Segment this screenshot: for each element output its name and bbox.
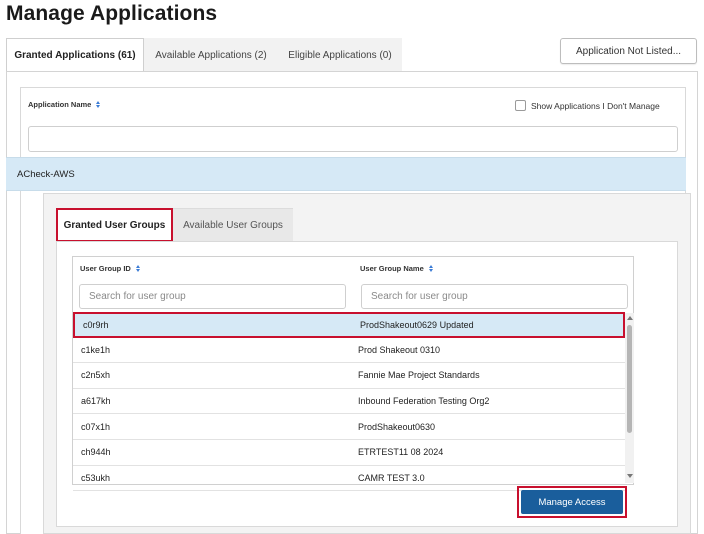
sort-icon[interactable] bbox=[96, 101, 101, 108]
user-group-name: ProdShakeout0630 bbox=[358, 421, 436, 432]
scroll-up-arrow-icon[interactable] bbox=[626, 316, 633, 320]
vertical-scrollbar[interactable] bbox=[625, 313, 634, 483]
table-row[interactable]: c1ke1h Prod Shakeout 0310 bbox=[73, 338, 625, 364]
application-name-column-header[interactable]: Application Name bbox=[28, 100, 101, 109]
user-group-name: ProdShakeout0629 Updated bbox=[360, 319, 474, 330]
application-not-listed-button[interactable]: Application Not Listed... bbox=[560, 38, 697, 64]
show-unmanaged-checkbox[interactable] bbox=[515, 100, 526, 111]
show-unmanaged-label: Show Applications I Don't Manage bbox=[531, 100, 660, 111]
user-group-id: c07x1h bbox=[81, 421, 111, 432]
user-group-name: Fannie Mae Project Standards bbox=[358, 370, 480, 381]
user-group-id-column-header[interactable]: User Group ID bbox=[80, 264, 140, 273]
sort-icon[interactable] bbox=[428, 265, 433, 272]
table-row[interactable]: c0r9rh ProdShakeout0629 Updated bbox=[73, 312, 625, 338]
table-row[interactable]: a617kh Inbound Federation Testing Org2 bbox=[73, 389, 625, 415]
user-group-rows: c0r9rh ProdShakeout0629 Updated c1ke1h P… bbox=[73, 312, 625, 492]
user-group-id: c1ke1h bbox=[81, 344, 111, 355]
table-row[interactable]: c2n5xh Fannie Mae Project Standards bbox=[73, 363, 625, 389]
sort-icon[interactable] bbox=[135, 265, 140, 272]
top-tabs: Granted Applications (61) Available Appl… bbox=[6, 38, 402, 72]
manage-access-button[interactable]: Manage Access bbox=[521, 490, 623, 514]
application-row-selected[interactable]: ACheck-AWS bbox=[6, 157, 686, 191]
application-name: ACheck-AWS bbox=[17, 168, 75, 180]
user-group-name: CAMR TEST 3.0 bbox=[358, 472, 425, 483]
user-group-name: Inbound Federation Testing Org2 bbox=[358, 396, 490, 407]
user-group-id-search-input[interactable] bbox=[79, 284, 346, 309]
table-row[interactable]: ch944h ETRTEST11 08 2024 bbox=[73, 440, 625, 466]
user-group-id: a617kh bbox=[81, 396, 111, 407]
application-name-header-label: Application Name bbox=[28, 100, 92, 109]
tab-available-user-groups[interactable]: Available User Groups bbox=[173, 208, 293, 242]
page-title: Manage Applications bbox=[6, 2, 218, 25]
user-group-name-header-label: User Group Name bbox=[360, 264, 424, 273]
tab-granted-applications[interactable]: Granted Applications (61) bbox=[6, 38, 144, 72]
user-group-id: c2n5xh bbox=[81, 370, 111, 381]
show-unmanaged-applications-toggle[interactable]: Show Applications I Don't Manage bbox=[515, 100, 660, 111]
tab-available-applications[interactable]: Available Applications (2) bbox=[144, 38, 278, 72]
user-group-tabs: Granted User Groups Available User Group… bbox=[56, 208, 293, 242]
user-group-id: ch944h bbox=[81, 447, 111, 458]
tab-granted-user-groups[interactable]: Granted User Groups bbox=[56, 208, 173, 242]
scrollbar-thumb[interactable] bbox=[627, 325, 632, 433]
user-group-id: c53ukh bbox=[81, 472, 111, 483]
user-group-name: Prod Shakeout 0310 bbox=[358, 344, 441, 355]
manage-access-highlight: Manage Access bbox=[517, 486, 627, 518]
scroll-down-arrow-icon[interactable] bbox=[626, 474, 633, 478]
tab-eligible-applications[interactable]: Eligible Applications (0) bbox=[278, 38, 402, 72]
user-group-id-header-label: User Group ID bbox=[80, 264, 131, 273]
user-group-name: ETRTEST11 08 2024 bbox=[358, 447, 444, 458]
user-group-id: c0r9rh bbox=[83, 319, 109, 330]
user-group-name-search-input[interactable] bbox=[361, 284, 628, 309]
table-row[interactable]: c07x1h ProdShakeout0630 bbox=[73, 414, 625, 440]
user-group-name-column-header[interactable]: User Group Name bbox=[360, 264, 433, 273]
application-filter-input[interactable] bbox=[28, 126, 678, 152]
